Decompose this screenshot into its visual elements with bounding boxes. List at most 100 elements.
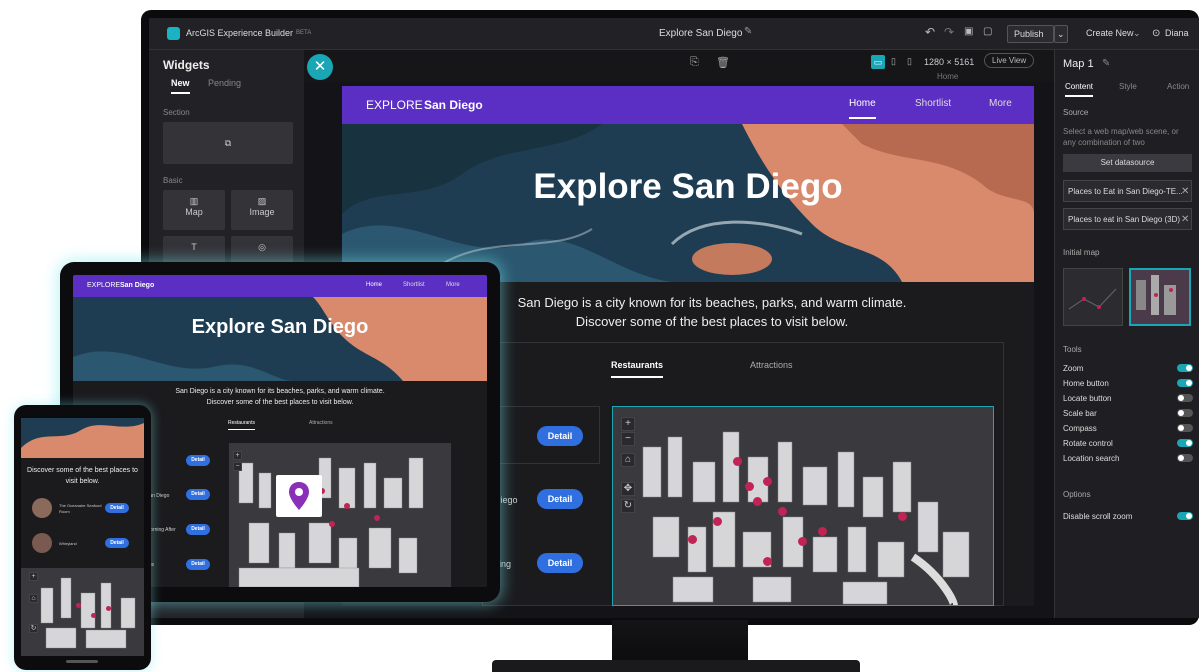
laptop-tab-attractions[interactable]: Attractions [309, 420, 333, 426]
datasource-item[interactable]: Places to eat in San Diego (3D) [1063, 208, 1192, 230]
edit-title-icon[interactable]: ✎ [744, 26, 752, 37]
set-datasource-button[interactable]: Set datasource [1063, 154, 1192, 172]
publish-button[interactable]: Publish [1007, 25, 1054, 43]
tool-toggle[interactable] [1177, 409, 1193, 417]
home-icon[interactable]: ⌂ [29, 594, 38, 603]
zoom-in-icon[interactable]: + [621, 417, 635, 431]
map-pin[interactable] [778, 507, 787, 516]
tab-action[interactable]: Action [1167, 82, 1189, 91]
phone-detail-button[interactable]: Detail [105, 503, 129, 513]
tab-content[interactable]: Content [1065, 82, 1094, 97]
user-icon[interactable]: ⊙ [1152, 28, 1160, 39]
tool-toggle[interactable] [1177, 379, 1193, 387]
zoom-in-icon[interactable]: + [29, 572, 38, 581]
create-new-chevron-icon[interactable]: ⌄ [1133, 28, 1141, 39]
phone-view-icon[interactable]: ▯ [907, 56, 912, 67]
remove-datasource-icon[interactable]: ✕ [1181, 214, 1189, 225]
laptop-brand-name: San Diego [120, 282, 155, 289]
map-pin[interactable] [374, 515, 380, 521]
map-pin[interactable] [106, 606, 111, 611]
rename-icon[interactable]: ✎ [1102, 58, 1110, 69]
tool-toggle[interactable] [1177, 394, 1193, 402]
initial-map-2d-thumb[interactable] [1063, 268, 1123, 326]
laptop-nav-home[interactable]: Home [366, 282, 382, 288]
map-pin[interactable] [329, 521, 335, 527]
nav-more[interactable]: More [989, 98, 1012, 109]
beta-badge: BETA [296, 30, 312, 36]
map-marker-callout[interactable] [276, 475, 322, 517]
section-widget[interactable]: ⧉ [163, 122, 293, 164]
remove-datasource-icon[interactable]: ✕ [1181, 186, 1189, 197]
save-icon[interactable]: ▣ [964, 26, 973, 37]
tablet-view-icon[interactable]: ▯ [891, 56, 896, 67]
tab-attractions[interactable]: Attractions [750, 360, 793, 370]
detail-button[interactable]: Detail [537, 489, 583, 509]
tool-toggle[interactable] [1177, 454, 1193, 462]
map-pin[interactable] [798, 537, 807, 546]
canvas-size[interactable]: 1280 × 5161 [924, 57, 974, 67]
live-view-toggle[interactable]: Live View [984, 53, 1035, 68]
phone-detail-button[interactable]: Detail [105, 538, 129, 548]
map-pin[interactable] [763, 557, 772, 566]
scene-map[interactable]: + − ⌂ ✥ ↻ [612, 406, 994, 606]
map-pin[interactable] [733, 457, 742, 466]
tool-toggle[interactable] [1177, 439, 1193, 447]
desktop-view-icon[interactable]: ▭ [871, 55, 885, 69]
hero-banner: Explore San Diego [342, 124, 1034, 282]
doc-title[interactable]: Explore San Diego [659, 28, 742, 39]
map-pin[interactable] [91, 613, 96, 618]
rotate-icon[interactable]: ↻ [29, 624, 38, 633]
zoom-out-icon[interactable]: − [621, 432, 635, 446]
zoom-in-icon[interactable]: + [233, 451, 242, 460]
map-pin[interactable] [713, 517, 722, 526]
tab-style[interactable]: Style [1119, 82, 1137, 91]
close-panel-button[interactable]: ✕ [307, 54, 333, 80]
image-widget-tile[interactable]: ▨ Image [231, 190, 293, 230]
disable-scroll-zoom-toggle[interactable] [1177, 512, 1193, 520]
map-widget-tile[interactable]: ▥ Map [163, 190, 225, 230]
home-icon[interactable]: ⌂ [621, 453, 635, 467]
tab-pending[interactable]: Pending [208, 78, 241, 88]
detail-button[interactable]: Detail [537, 426, 583, 446]
tool-toggle[interactable] [1177, 364, 1193, 372]
laptop-detail-button[interactable]: Detail [186, 455, 210, 466]
zoom-out-icon[interactable]: − [233, 462, 242, 471]
map-pin[interactable] [753, 497, 762, 506]
laptop-detail-button[interactable]: Detail [186, 559, 210, 570]
map-pin[interactable] [745, 482, 754, 491]
user-name[interactable]: Diana [1165, 28, 1189, 38]
rotate-icon[interactable]: ↻ [621, 499, 635, 513]
tool-label: Scale bar [1063, 409, 1097, 418]
map-pin[interactable] [898, 512, 907, 521]
tool-toggle[interactable] [1177, 424, 1193, 432]
laptop-detail-button[interactable]: Detail [186, 524, 210, 535]
initial-map-heading: Initial map [1063, 248, 1100, 257]
map-pin[interactable] [76, 603, 81, 608]
create-new-button[interactable]: Create New [1086, 28, 1134, 38]
laptop-tab-restaurants[interactable]: Restaurants [228, 420, 255, 430]
laptop-scene-map[interactable]: + − [229, 443, 451, 587]
map-pin[interactable] [818, 527, 827, 536]
map-pin[interactable] [688, 535, 697, 544]
datasource-item[interactable]: Places to Eat in San Diego-TE... [1063, 180, 1192, 202]
preview-icon[interactable]: ▢ [983, 26, 992, 37]
nav-home[interactable]: Home [849, 98, 876, 119]
laptop-detail-button[interactable]: Detail [186, 489, 210, 500]
publish-menu-chevron-icon[interactable]: ⌄ [1054, 25, 1068, 43]
tab-restaurants[interactable]: Restaurants [611, 360, 664, 378]
pan-icon[interactable]: ✥ [621, 482, 635, 496]
laptop-nav-more[interactable]: More [446, 282, 460, 288]
copy-icon[interactable]: ⎘ [690, 56, 699, 69]
redo-icon[interactable]: ↷ [944, 25, 954, 39]
map-pin[interactable] [763, 477, 772, 486]
undo-icon[interactable]: ↶ [925, 25, 935, 39]
delete-icon[interactable]: 🗑 [716, 56, 730, 69]
phone-scene-map[interactable]: + ⌂ ↻ [21, 568, 144, 656]
laptop-nav-shortlist[interactable]: Shortlist [403, 282, 425, 288]
initial-map-3d-thumb[interactable] [1129, 268, 1191, 326]
map-pin[interactable] [344, 503, 350, 509]
tab-new[interactable]: New [171, 78, 190, 94]
detail-button[interactable]: Detail [537, 553, 583, 573]
nav-shortlist[interactable]: Shortlist [915, 98, 951, 109]
monitor-stand [612, 620, 748, 664]
